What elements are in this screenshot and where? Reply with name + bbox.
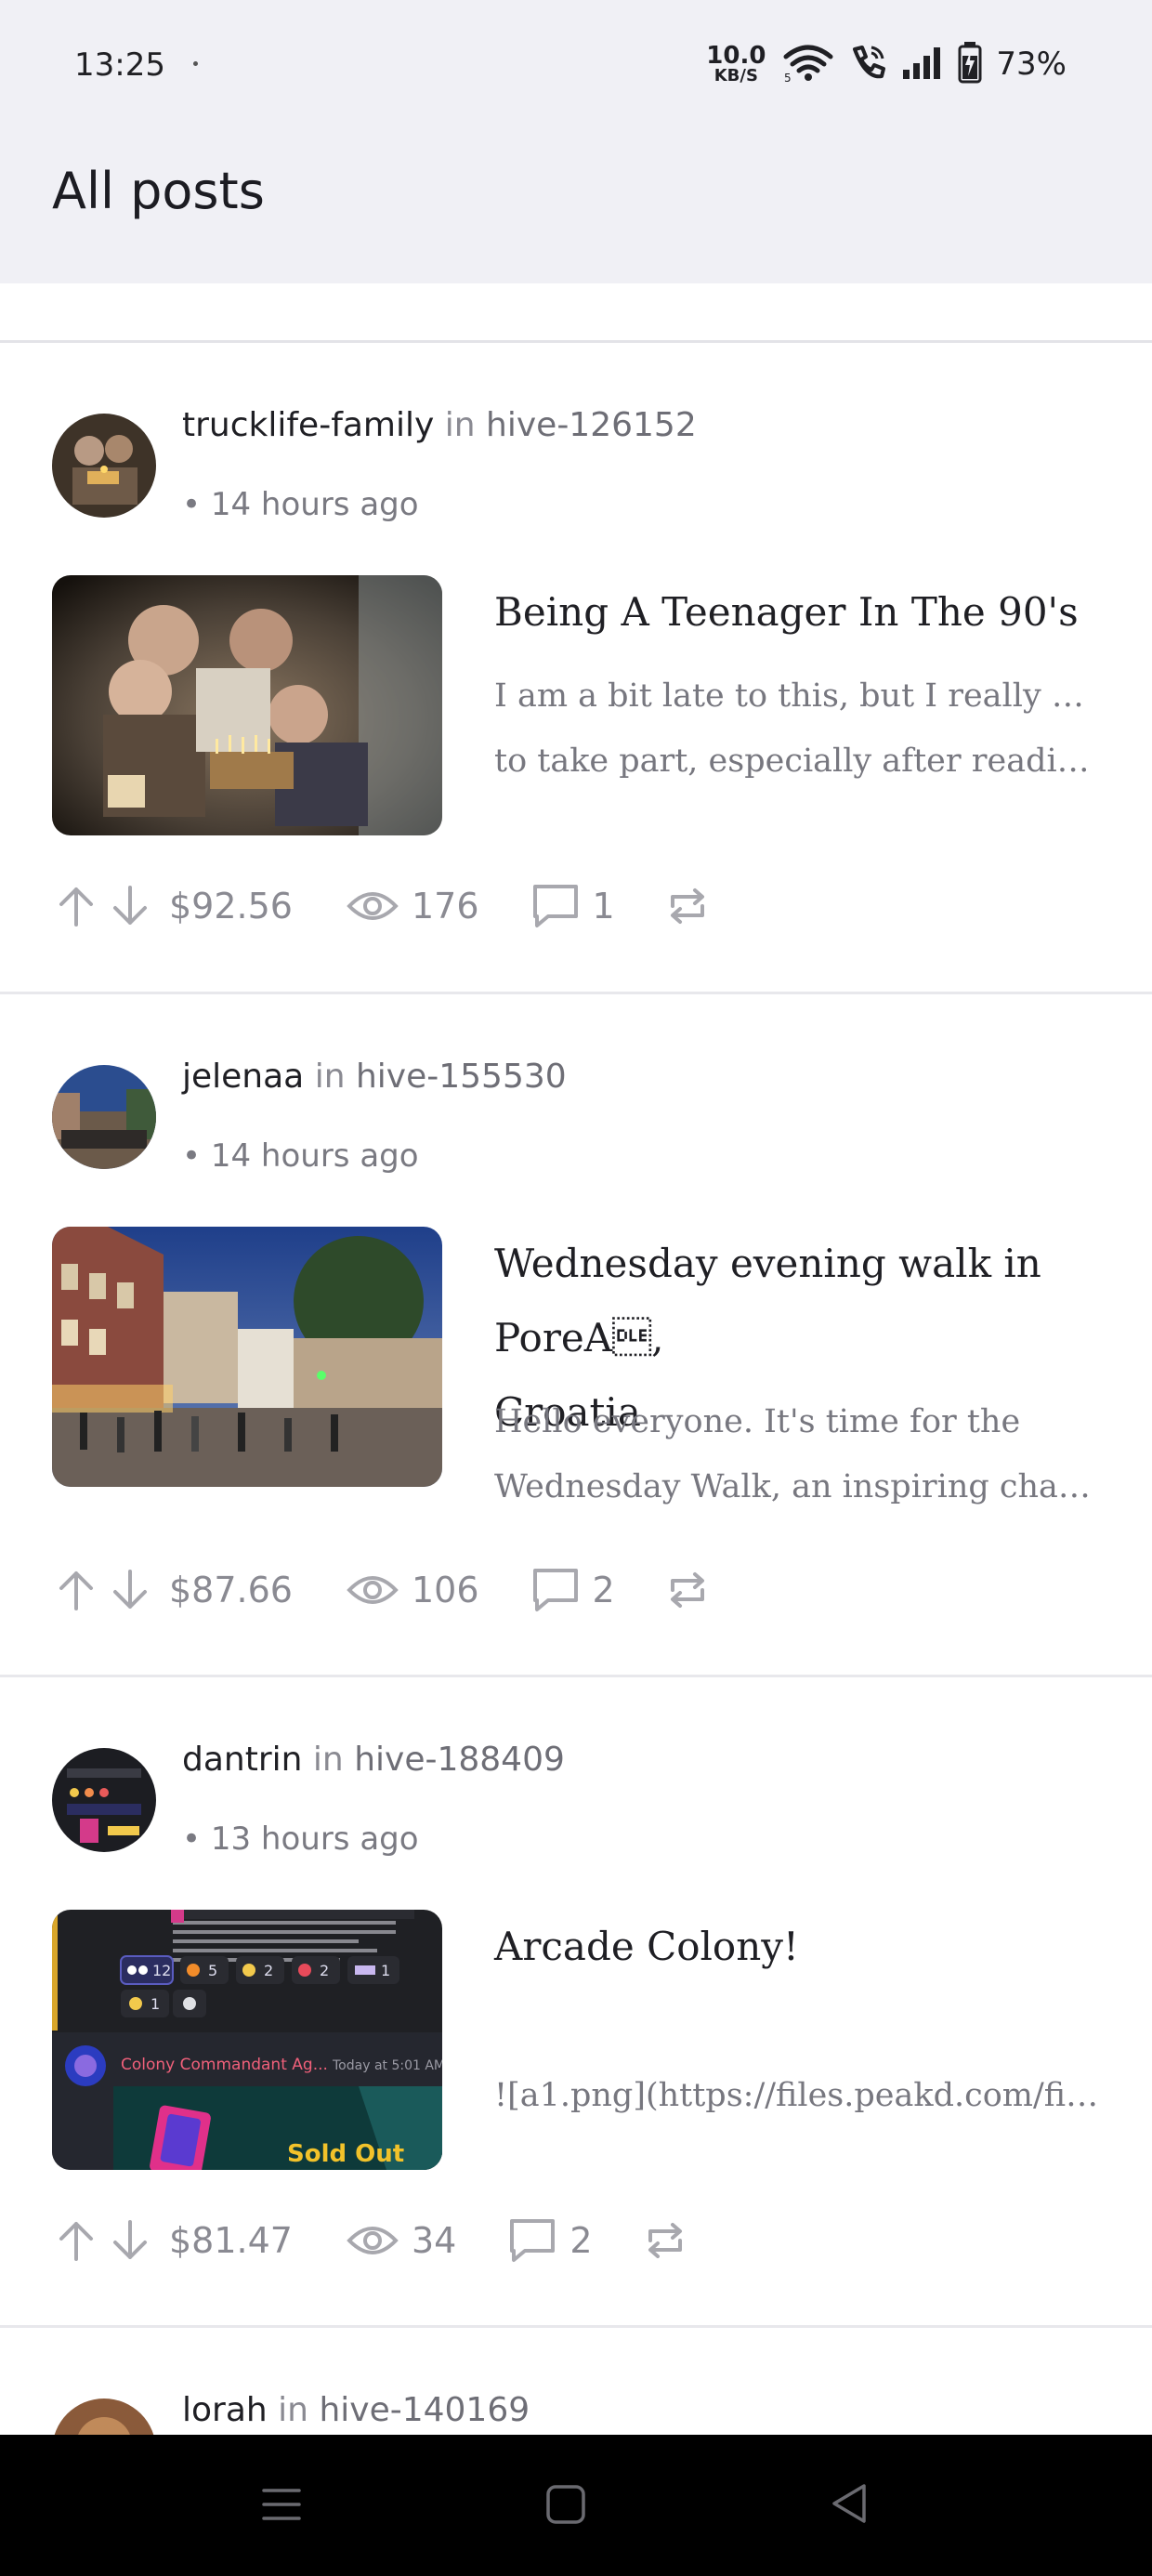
post-thumbnail[interactable]: [52, 575, 442, 835]
downvote-icon[interactable]: [110, 884, 151, 928]
views-icon: [347, 1571, 399, 1609]
community-link[interactable]: hive-126152: [486, 406, 697, 444]
app-header: All posts: [0, 130, 1152, 283]
author-link[interactable]: trucklife-family: [182, 406, 434, 444]
post-meta: lorah in hive-140169: [182, 2391, 530, 2429]
network-speed: 10.0 KB/S: [706, 44, 766, 85]
comment-count[interactable]: 2: [593, 1570, 615, 1610]
status-time: 13:25: [74, 46, 165, 84]
post-excerpt[interactable]: Hello everyone. It's time for the Wednes…: [494, 1389, 1100, 1519]
svg-text:5: 5: [784, 72, 792, 83]
in-label: in: [444, 406, 476, 444]
community-link[interactable]: hive-140169: [319, 2391, 530, 2429]
post-title-line: Wednesday evening walk in PoreA,: [494, 1241, 1041, 1360]
network-speed-value: 10.0: [706, 42, 766, 70]
post-time: • 14 hours ago: [182, 486, 419, 523]
views-count: 34: [411, 2220, 457, 2261]
post-title[interactable]: Being A Teenager In The 90's: [494, 575, 1100, 650]
upvote-icon[interactable]: [56, 1568, 97, 1612]
post-actions: $87.66 106 2: [56, 1562, 708, 1618]
post-excerpt[interactable]: I am a bit late to this, but I really wa…: [494, 664, 1100, 794]
comment-count[interactable]: 2: [569, 2220, 592, 2261]
reaction-count: 12: [152, 1962, 171, 1979]
comment-icon[interactable]: [531, 883, 580, 929]
post-excerpt-line: I am a bit late to this, but I really wa…: [494, 677, 1100, 715]
reblog-icon[interactable]: [645, 2220, 686, 2261]
wifi-icon: 5: [782, 42, 834, 86]
views-count: 106: [411, 1570, 479, 1610]
avatar[interactable]: [52, 1065, 156, 1169]
network-speed-unit: KB/S: [713, 66, 758, 85]
post-actions: $92.56 176 1: [56, 878, 708, 934]
in-label: in: [278, 2391, 308, 2429]
reaction-count: 5: [208, 1962, 217, 1979]
post-time: • 13 hours ago: [182, 1820, 419, 1858]
post-thumbnail[interactable]: 12 5 2 2 1 1 Colony Commandant Ag... Tod…: [52, 1910, 442, 2170]
avatar[interactable]: [52, 414, 156, 518]
recent-apps-icon[interactable]: [260, 2483, 303, 2530]
reaction-count: 1: [151, 1995, 160, 2013]
in-label: in: [312, 1741, 344, 1779]
community-link[interactable]: hive-155530: [356, 1058, 567, 1096]
signal-icon: [901, 44, 944, 85]
reaction-count: 2: [264, 1962, 273, 1979]
views-count: 176: [411, 886, 479, 927]
page-title: All posts: [52, 162, 265, 220]
notification-dot-icon: [193, 61, 198, 66]
wifi-calling-icon: [847, 42, 888, 86]
post-meta: trucklife-family in hive-126152: [182, 406, 697, 444]
post-excerpt-line: to take part, especially after reading @…: [494, 743, 1100, 780]
home-icon[interactable]: [544, 2483, 587, 2530]
reblog-icon[interactable]: [667, 886, 708, 927]
reaction-count: 1: [381, 1962, 390, 1979]
comment-icon[interactable]: [531, 1567, 580, 1613]
post-actions: $81.47 34 2: [56, 2213, 686, 2268]
status-icons: 10.0 KB/S 5 73%: [706, 41, 1067, 87]
bot-timestamp: Today at 5:01 AM: [332, 2058, 442, 2073]
comment-count[interactable]: 1: [593, 886, 615, 927]
battery-percent: 73%: [996, 46, 1067, 83]
divider: [0, 340, 1152, 343]
author-link[interactable]: dantrin: [182, 1741, 302, 1779]
views-icon: [347, 887, 399, 925]
post-excerpt[interactable]: ![a1.png](https://files.peakd.com/file/p…: [494, 2063, 1100, 2128]
views-icon: [347, 2222, 399, 2259]
payout-value[interactable]: $81.47: [169, 2220, 293, 2261]
divider: [0, 992, 1152, 994]
sold-out-label: Sold Out: [287, 2140, 404, 2168]
in-label: in: [314, 1058, 346, 1096]
post-title[interactable]: Arcade Colony!: [494, 1910, 1100, 1984]
post-title-line: Arcade Colony!: [494, 1924, 799, 1969]
back-icon[interactable]: [829, 2481, 870, 2530]
battery-charging-icon: [957, 41, 983, 87]
upvote-icon[interactable]: [56, 2218, 97, 2263]
divider: [0, 1675, 1152, 1677]
payout-value[interactable]: $92.56: [169, 886, 293, 927]
author-link[interactable]: lorah: [182, 2391, 268, 2429]
downvote-icon[interactable]: [110, 1568, 151, 1612]
post-excerpt-line: Wednesday Walk, an inspiring challeng...: [494, 1468, 1100, 1505]
bot-name: Colony Commandant Ag...: [121, 2056, 328, 2074]
community-link[interactable]: hive-188409: [354, 1741, 565, 1779]
post-meta: jelenaa in hive-155530: [182, 1058, 567, 1096]
divider: [0, 2325, 1152, 2328]
post-meta: dantrin in hive-188409: [182, 1741, 565, 1779]
author-link[interactable]: jelenaa: [182, 1058, 304, 1096]
post-excerpt-line: ![a1.png](https://files.peakd.com/file/p…: [494, 2077, 1100, 2114]
upvote-icon[interactable]: [56, 884, 97, 928]
status-bar: 13:25 10.0 KB/S 5 73%: [0, 0, 1152, 130]
downvote-icon[interactable]: [110, 2218, 151, 2263]
system-nav-bar: [0, 2435, 1152, 2576]
reblog-icon[interactable]: [667, 1570, 708, 1610]
comment-icon[interactable]: [508, 2217, 556, 2264]
post-time: • 14 hours ago: [182, 1137, 419, 1175]
post-thumbnail[interactable]: [52, 1227, 442, 1487]
post-title-line: Being A Teenager In The 90's: [494, 589, 1079, 635]
reaction-count: 2: [320, 1962, 329, 1979]
avatar[interactable]: [52, 1748, 156, 1852]
post-excerpt-line: Hello everyone. It's time for the: [494, 1403, 1021, 1440]
payout-value[interactable]: $87.66: [169, 1570, 293, 1610]
